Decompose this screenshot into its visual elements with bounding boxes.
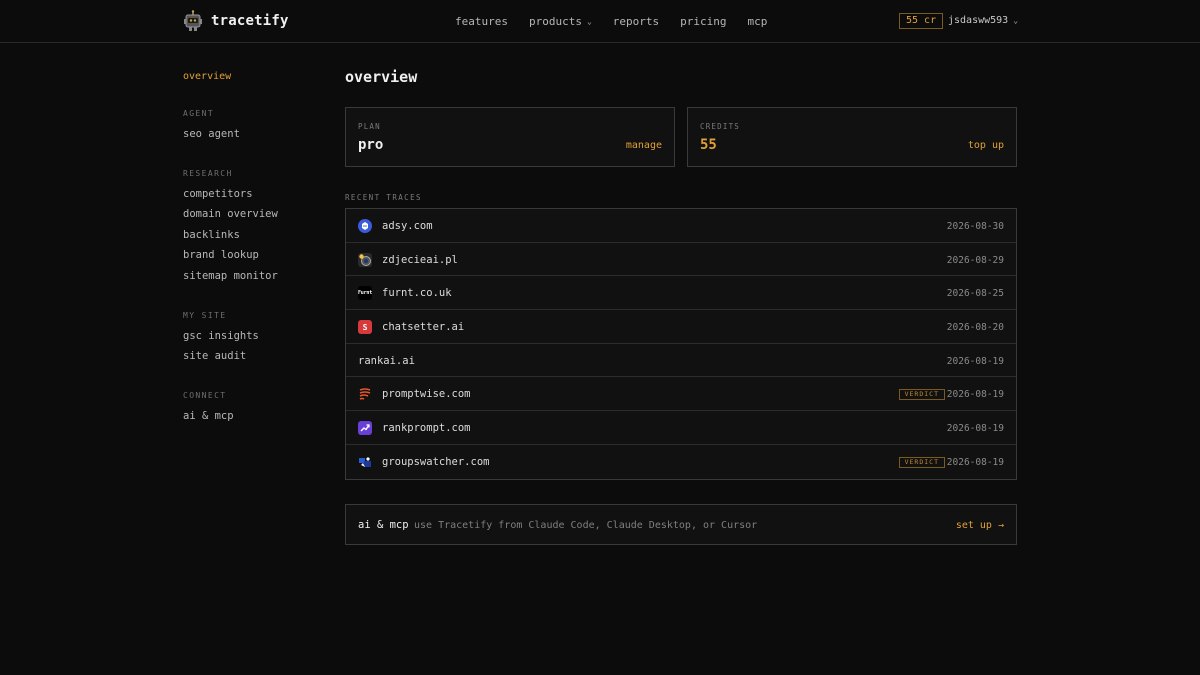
trace-row[interactable]: promptwise.com VERDICT 2026-08-19	[346, 377, 1016, 412]
trace-date: 2026-08-29	[946, 254, 1004, 266]
robot-logo-icon	[184, 10, 202, 31]
trace-date: 2026-08-30	[946, 221, 1004, 232]
sidebar: overview AGENT seo agent RESEARCH compet…	[183, 71, 313, 450]
nav-products[interactable]: products ⌄	[529, 15, 592, 28]
nav-features-label: features	[455, 15, 508, 28]
nav-pricing[interactable]: pricing	[680, 15, 726, 28]
plan-value: pro	[358, 137, 384, 153]
credits-label: CREDITS	[700, 122, 741, 131]
adsy-logo-icon	[358, 219, 372, 233]
plan-label: PLAN	[358, 122, 381, 131]
sidebar-item-competitors[interactable]: competitors	[183, 187, 313, 208]
brand-name: tracetify	[211, 13, 289, 29]
trace-date: 2026-08-19	[946, 423, 1004, 435]
trace-row[interactable]: rankai.ai 2026-08-19	[346, 344, 1016, 378]
trace-domain: promptwise.com	[382, 388, 471, 401]
credits-badge[interactable]: 55 cr	[899, 13, 944, 29]
sidebar-item-brand-lookup[interactable]: brand lookup	[183, 248, 313, 269]
trend-up-logo-icon	[358, 421, 372, 436]
nav-pricing-label: pricing	[680, 15, 727, 28]
main-content: overview PLAN pro manage CREDITS 55 top …	[345, 68, 1017, 545]
sidebar-item-domain-overview[interactable]: domain overview	[183, 207, 313, 228]
ai-mcp-banner: ai & mcp use Tracetify from Claude Code,…	[345, 503, 1017, 545]
sidebar-item-gsc-insights[interactable]: gsc insights	[183, 329, 313, 350]
furnt-logo-icon: Furnt	[358, 286, 372, 301]
trace-domain: adsy.com	[382, 220, 433, 232]
nav-mcp[interactable]: mcp	[748, 15, 768, 28]
trace-domain: furnt.co.uk	[382, 287, 452, 300]
trace-domain: rankai.ai	[358, 354, 415, 367]
trace-date: 2026-08-19	[946, 456, 1004, 468]
trace-row[interactable]: S chatsetter.ai 2026-08-20	[346, 310, 1016, 344]
trace-date: 2026-08-20	[946, 322, 1004, 334]
sidebar-heading-agent: AGENT	[183, 109, 215, 118]
recent-traces-label: RECENT TRACES	[345, 193, 422, 202]
credits-card: CREDITS 55 top up	[687, 107, 1017, 167]
verdict-badge: VERDICT	[898, 389, 945, 401]
manage-plan-link[interactable]: manage	[626, 140, 662, 151]
verdict-badge: VERDICT	[898, 456, 945, 468]
brand[interactable]: tracetify	[183, 10, 289, 32]
promptwise-logo-icon	[358, 387, 372, 401]
chevron-down-icon: ⌄	[1013, 16, 1019, 25]
nav-features[interactable]: features	[455, 15, 508, 28]
sidebar-item-site-audit[interactable]: site audit	[183, 349, 313, 370]
trace-domain: zdjecieai.pl	[382, 253, 458, 266]
sidebar-group-connect: CONNECT ai & mcp	[183, 391, 313, 430]
sidebar-group-research: RESEARCH competitors domain overview bac…	[183, 169, 313, 290]
sidebar-item-ai-mcp[interactable]: ai & mcp	[183, 409, 313, 430]
nav-products-label: products	[528, 15, 582, 28]
summary-cards: PLAN pro manage CREDITS 55 top up	[345, 107, 1017, 167]
sidebar-heading-my-site: MY SITE	[183, 310, 227, 320]
top-navigation-bar: tracetify features products ⌄ reports pri…	[0, 0, 1200, 43]
trace-date: 2026-08-19	[946, 389, 1004, 401]
camera-logo-icon	[358, 252, 372, 267]
trace-domain: rankprompt.com	[382, 422, 471, 435]
nav-reports[interactable]: reports	[613, 15, 659, 28]
credits-value: 55	[700, 137, 717, 153]
sidebar-item-overview[interactable]: overview	[183, 71, 313, 82]
chatsetter-logo-icon: S	[358, 320, 372, 335]
sidebar-item-seo-agent[interactable]: seo agent	[183, 127, 313, 148]
nav-mcp-label: mcp	[747, 15, 768, 28]
mcp-description: use Tracetify from Claude Code, Claude D…	[414, 519, 758, 531]
username: jsdasww593	[948, 15, 1009, 26]
trace-domain: groupswatcher.com	[382, 455, 490, 468]
trace-domain: chatsetter.ai	[382, 321, 465, 334]
mcp-title: ai & mcp	[358, 518, 409, 531]
trace-row[interactable]: adsy.com 2026-08-30	[346, 209, 1016, 243]
trace-row[interactable]: groupswatcher.com VERDICT 2026-08-19	[346, 445, 1016, 479]
sidebar-group-agent: AGENT seo agent	[183, 109, 313, 148]
chevron-down-icon: ⌄	[586, 17, 592, 26]
set-up-link[interactable]: set up →	[956, 520, 1004, 531]
trace-row[interactable]: Furnt furnt.co.uk 2026-08-25	[346, 276, 1016, 311]
sidebar-heading-connect: CONNECT	[183, 390, 227, 400]
trace-row[interactable]: rankprompt.com 2026-08-19	[346, 411, 1016, 445]
page-title: overview	[345, 68, 418, 86]
sidebar-item-sitemap-monitor[interactable]: sitemap monitor	[183, 269, 313, 290]
sidebar-group-my-site: MY SITE gsc insights site audit	[183, 311, 313, 370]
trace-row[interactable]: zdjecieai.pl 2026-08-29	[346, 243, 1016, 277]
nav-reports-label: reports	[612, 15, 660, 28]
trace-date: 2026-08-25	[946, 288, 1004, 300]
sidebar-item-backlinks[interactable]: backlinks	[183, 228, 313, 249]
plan-card: PLAN pro manage	[345, 107, 675, 167]
main-nav: features products ⌄ reports pricing mcp	[455, 15, 767, 28]
groupswatcher-logo-icon	[358, 455, 372, 469]
recent-traces-list: adsy.com 2026-08-30 zdjecieai.pl 2026-08…	[345, 208, 1017, 480]
trace-date: 2026-08-19	[946, 355, 1004, 367]
user-menu[interactable]: jsdasww593 ⌄	[948, 15, 1018, 26]
sidebar-heading-research: RESEARCH	[183, 168, 233, 178]
top-up-link[interactable]: top up	[968, 140, 1004, 151]
